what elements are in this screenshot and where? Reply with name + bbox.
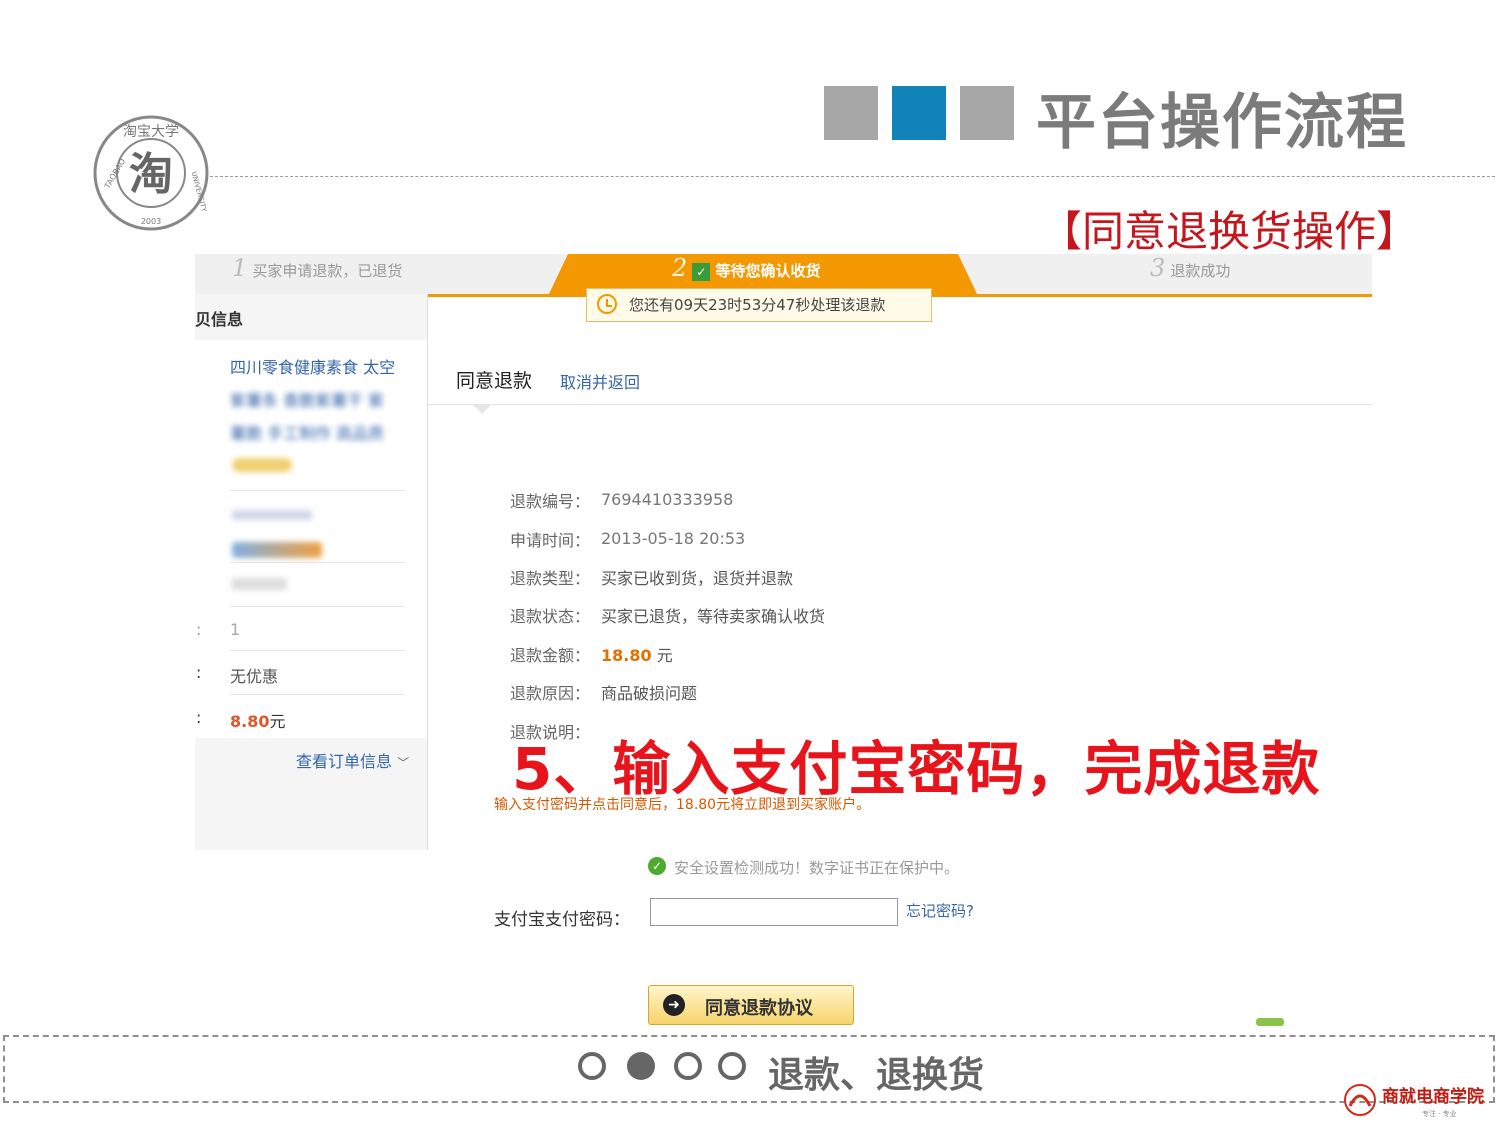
total-colon: :	[196, 708, 202, 727]
apply-time-value: 2013-05-18 20:53	[601, 529, 746, 548]
blurred-row-3	[232, 578, 287, 590]
left-separator-2	[230, 562, 405, 563]
nav-dot-4	[718, 1052, 746, 1080]
checkmark-icon: ✓	[648, 857, 666, 875]
refund-note: 输入支付密码并点击同意后，18.80元将立即退到买家账户。	[494, 797, 871, 813]
taobao-university-logo: 淘 淘宝大学 TAOBAO 2003 UNIVERSITY	[93, 115, 209, 231]
step-2: 2 ✓ 等待您确认收货	[672, 254, 820, 282]
tab-agree-refund[interactable]: 同意退款	[456, 366, 532, 393]
refund-amount-unit: 元	[656, 646, 673, 665]
step-3-label: 退款成功	[1170, 262, 1231, 280]
refund-status-label: 退款状态：	[510, 607, 591, 626]
tab-cancel-return[interactable]: 取消并返回	[560, 369, 640, 393]
discount-value: 无优惠	[230, 667, 279, 686]
blurred-product-badges	[232, 458, 292, 472]
step-2-label: 等待您确认收货	[715, 262, 821, 280]
green-badge-icon	[1256, 1018, 1284, 1026]
discount-colon: :	[196, 663, 202, 682]
step-1-label: 买家申请退款，已退货	[252, 262, 403, 280]
step-3: 3 退款成功	[1150, 254, 1230, 282]
nav-dot-1	[578, 1052, 606, 1080]
footer-box	[3, 1035, 1495, 1103]
logo-ring-bottom: 2003	[141, 217, 161, 226]
product-title-line-2[interactable]: 紫薯条 香脆紫薯干 紫	[230, 387, 384, 411]
apply-time-label: 申请时间：	[510, 531, 591, 550]
view-order-link[interactable]: 查看订单信息 ﹀	[296, 748, 409, 772]
gray-square-1	[824, 86, 878, 140]
clock-icon	[597, 294, 617, 314]
total-price-unit: 元	[269, 712, 286, 731]
password-label: 支付宝支付密码：	[494, 910, 630, 930]
view-order-label[interactable]: 查看订单信息	[296, 752, 392, 771]
step-1: 1 买家申请退款，已退货	[232, 254, 402, 282]
slide-subtitle: 【同意退换货操作】	[1040, 207, 1419, 256]
alipay-password-input[interactable]	[650, 898, 898, 926]
security-status-text: 安全设置检测成功！数字证书正在保护中。	[674, 859, 960, 877]
refund-id-value: 7694410333958	[601, 490, 734, 509]
quantity-colon: :	[196, 620, 202, 639]
refund-amount-label: 退款金额：	[510, 646, 591, 665]
timer-text: 您还有09天23时53分47秒处理该退款	[629, 296, 886, 314]
refund-amount-value: 18.80	[601, 646, 652, 665]
brand-logo: 商就电商学院 专注 · 专业	[1344, 1084, 1484, 1118]
total-price-value: 8.80	[230, 712, 270, 731]
logo-top-chars: 淘宝大学	[123, 124, 179, 140]
blurred-row-2	[232, 542, 322, 558]
forgot-password-link[interactable]: 忘记密码?	[906, 900, 974, 921]
nav-dot-2-active	[627, 1052, 655, 1080]
footer-section-title: 退款、退换货	[768, 1055, 985, 1096]
total-price: 8.80元	[230, 708, 286, 732]
refund-type-value: 买家已收到货，退货并退款	[601, 569, 794, 588]
nav-dot-3	[674, 1052, 702, 1080]
blue-square	[892, 86, 946, 140]
chevron-down-icon[interactable]: ﹀	[397, 756, 409, 770]
arrow-right-icon: ➜	[663, 994, 685, 1016]
left-separator-1	[230, 490, 405, 491]
refund-type-label: 退款类型：	[510, 569, 591, 588]
refund-reason-label: 退款原因：	[510, 684, 591, 703]
left-separator-5	[230, 694, 405, 695]
brand-logo-text: 商就电商学院	[1382, 1086, 1484, 1107]
left-separator-4	[230, 650, 405, 651]
active-tab-pointer	[472, 404, 492, 414]
brand-logo-subtext: 专注 · 专业	[1422, 1109, 1457, 1118]
product-title-line-1[interactable]: 四川零食健康素食 太空	[230, 354, 395, 378]
product-title-line-3[interactable]: 薯脆 手工制作 高品质	[230, 420, 384, 444]
agree-refund-button[interactable]: ➜ 同意退款协议	[648, 985, 854, 1025]
refund-reason-value: 商品破损问题	[601, 684, 698, 703]
quantity-value: 1	[230, 620, 241, 639]
countdown-timer: 您还有09天23时53分47秒处理该退款	[586, 288, 932, 322]
agree-refund-label: 同意退款协议	[705, 998, 813, 1019]
refund-status-value: 买家已退货，等待卖家确认收货	[601, 607, 826, 626]
blurred-row-1	[232, 510, 312, 520]
step-3-num: 3	[1150, 254, 1166, 282]
refund-id-label: 退款编号：	[510, 492, 591, 511]
header-divider	[205, 176, 1495, 177]
logo-center-char: 淘	[129, 149, 173, 200]
refund-amount: 18.80 元	[601, 642, 673, 666]
step-2-icon: ✓	[692, 262, 711, 281]
step-2-num: 2	[672, 254, 688, 282]
step-1-num: 1	[232, 254, 248, 282]
slide-title: 平台操作流程	[1036, 88, 1408, 158]
gray-square-2	[960, 86, 1014, 140]
order-info-header: 贝信息	[195, 310, 244, 329]
left-separator-3	[230, 606, 405, 607]
tab-divider	[428, 404, 1372, 405]
